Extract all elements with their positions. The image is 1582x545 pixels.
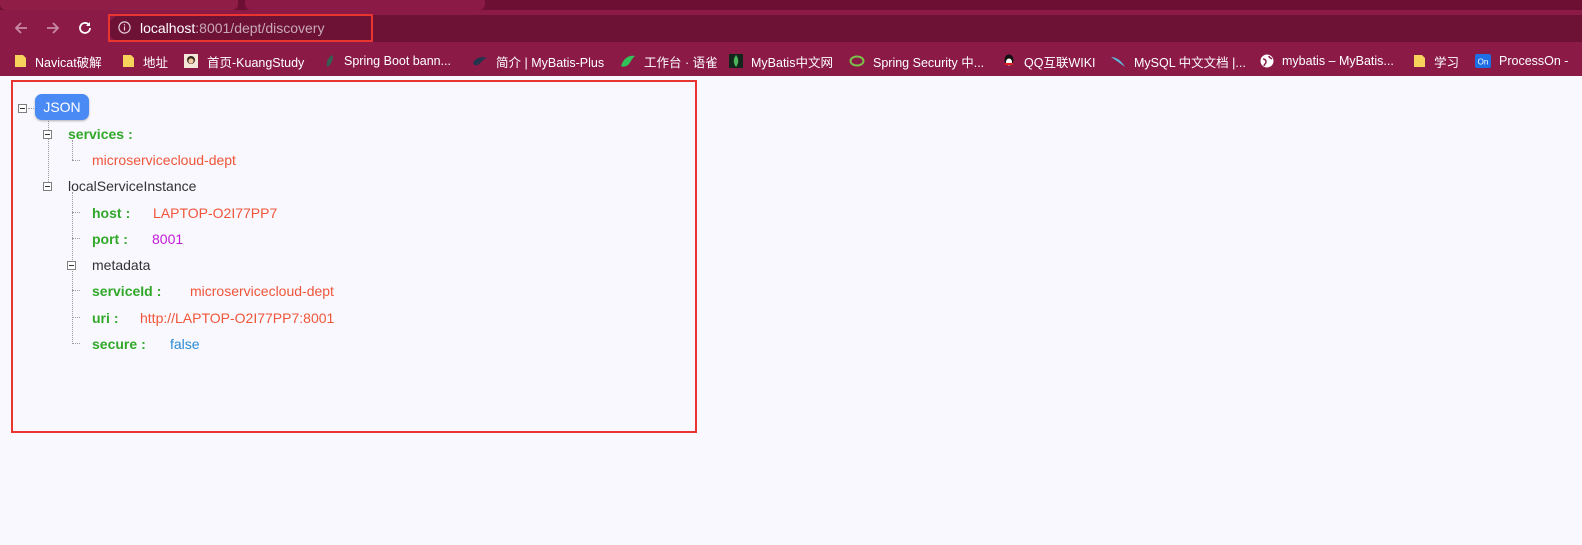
svg-text:On: On bbox=[1478, 58, 1489, 67]
colon: : bbox=[123, 231, 128, 247]
host-value: LAPTOP-O2I77PP7 bbox=[153, 205, 278, 221]
json-tree: JSON services: microservicecloud-dept lo… bbox=[0, 0, 700, 360]
secure-value: false bbox=[170, 336, 200, 352]
folder-icon bbox=[1414, 55, 1425, 67]
bookmark-study[interactable]: 学习 bbox=[1413, 52, 1459, 70]
collapse-toggle-localserviceinstance[interactable] bbox=[43, 182, 52, 191]
tree-connector bbox=[72, 343, 80, 344]
processon-icon: On bbox=[1475, 54, 1491, 68]
collapse-toggle-root[interactable] bbox=[18, 104, 27, 113]
port-value: 8001 bbox=[152, 231, 184, 247]
bookmark-label: ProcessOn - bbox=[1499, 54, 1569, 68]
serviceid-value: microservicecloud-dept bbox=[190, 283, 334, 299]
colon: : bbox=[113, 310, 119, 326]
tree-connector bbox=[72, 160, 80, 161]
secure-key: secure: bbox=[92, 335, 150, 353]
bookmark-mybatis[interactable]: mybatis – MyBatis... bbox=[1260, 52, 1394, 70]
services-value: microservicecloud-dept bbox=[92, 152, 236, 168]
port-key: port: bbox=[92, 230, 132, 248]
colon: : bbox=[125, 205, 131, 221]
tree-connector bbox=[72, 238, 80, 239]
bookmark-mybatis-cn[interactable]: MyBatis中文网 bbox=[729, 52, 833, 70]
tree-connector bbox=[72, 317, 80, 318]
serviceid-key: serviceId: bbox=[92, 282, 165, 300]
collapse-toggle-services[interactable] bbox=[43, 130, 52, 139]
host-key: host: bbox=[92, 204, 134, 222]
globe-icon bbox=[1260, 54, 1274, 68]
bookmark-label: QQ互联WIKI bbox=[1024, 55, 1096, 70]
uri-key: uri: bbox=[92, 309, 123, 327]
key-text: host bbox=[92, 205, 122, 221]
tree-connector bbox=[48, 114, 49, 188]
uri-value: http://LAPTOP-O2I77PP7:8001 bbox=[140, 310, 335, 326]
bookmark-qq[interactable]: QQ互联WIKI bbox=[1002, 52, 1096, 70]
bookmark-springsecurity[interactable]: Spring Security 中... bbox=[849, 52, 984, 70]
spring-icon bbox=[849, 55, 865, 67]
tree-connector bbox=[72, 290, 80, 291]
bookmark-processon[interactable]: On ProcessOn - bbox=[1475, 52, 1568, 70]
colon: : bbox=[156, 283, 162, 299]
bookmark-label: MySQL 中文文档 |... bbox=[1134, 55, 1246, 70]
leaf-icon bbox=[729, 54, 743, 68]
bookmark-label: mybatis – MyBatis... bbox=[1282, 54, 1394, 68]
tree-connector bbox=[72, 140, 73, 160]
key-text: uri bbox=[92, 310, 110, 326]
bookmark-label: MyBatis中文网 bbox=[751, 55, 833, 70]
bookmark-mysql[interactable]: MySQL 中文文档 |... bbox=[1110, 52, 1246, 70]
collapse-toggle-metadata[interactable] bbox=[67, 261, 76, 270]
bookmark-label: 学习 bbox=[1434, 55, 1460, 70]
services-key: services: bbox=[68, 125, 137, 143]
tree-connector bbox=[72, 212, 80, 213]
metadata-label: metadata bbox=[92, 257, 151, 273]
key-text: services bbox=[68, 126, 125, 142]
key-text: port bbox=[92, 231, 120, 247]
qq-icon bbox=[1004, 54, 1014, 66]
local-service-instance-label: localServiceInstance bbox=[68, 178, 197, 194]
colon: : bbox=[141, 336, 146, 352]
colon: : bbox=[128, 126, 133, 142]
key-text: secure bbox=[92, 336, 138, 352]
key-text: serviceId bbox=[92, 283, 153, 299]
mysql-icon bbox=[1111, 57, 1125, 67]
bookmark-label: Spring Security 中... bbox=[873, 55, 985, 70]
json-root-badge[interactable]: JSON bbox=[35, 94, 89, 120]
